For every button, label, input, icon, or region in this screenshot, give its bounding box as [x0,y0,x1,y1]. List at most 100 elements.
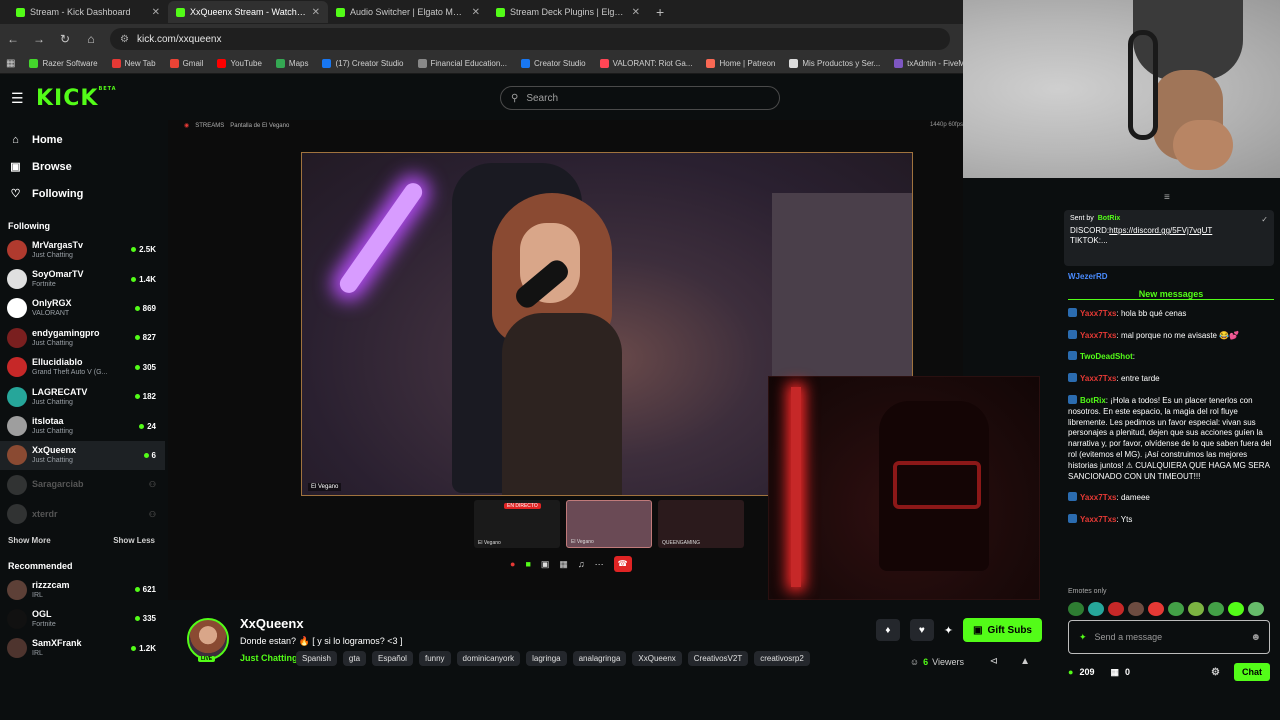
emote-icon[interactable] [1208,602,1224,616]
emote-icon[interactable] [1228,602,1244,616]
channel-item[interactable]: SoyOmarTV Fortnite 1.4K [0,264,165,293]
emote-icon[interactable] [1248,602,1264,616]
share-icon[interactable]: ⊲ [990,656,998,667]
notify-button[interactable]: ♦ [875,619,900,641]
chat-username[interactable]: Yaxx7Txs [1080,331,1116,340]
bookmark-item[interactable]: Financial Education... [417,59,507,68]
report-icon[interactable]: ▲ [1020,656,1030,667]
bookmark-item[interactable]: Creator Studio [521,59,586,68]
pin-icon[interactable]: ✓ [1261,215,1268,224]
tag-pill[interactable]: CreativosV2T [687,651,749,666]
emote-icon[interactable] [1188,602,1204,616]
tag-pill[interactable]: funny [418,651,451,666]
channel-item[interactable]: SamXFrank IRL 1.2K [0,634,165,663]
tag-pill[interactable]: gta [342,651,367,666]
more-icon[interactable]: ⋯ [595,559,604,570]
chat-username[interactable]: Yaxx7Txs [1080,374,1116,383]
tag-pill[interactable]: XxQueenx [632,651,682,666]
scene-thumbnail[interactable]: QUEENGAMING [658,500,744,548]
emote-icon[interactable] [1108,602,1124,616]
site-info-icon[interactable]: ⚙ [120,34,129,45]
collapse-icon[interactable]: ≡ [1164,192,1170,203]
tag-pill[interactable]: creativosrp2 [754,651,810,666]
tag-pill[interactable]: Español [372,651,413,666]
bookmark-item[interactable]: Home | Patreon [706,59,775,68]
forward-icon[interactable]: → [32,32,46,46]
chat-username[interactable]: TwoDeadShot [1080,352,1133,361]
video-player[interactable]: ◉ STREAMS Pantalla de El Vegano 1440p 60… [168,120,1040,600]
kick-logo[interactable]: KICKBETA [36,86,117,111]
tag-pill[interactable]: analagringa [572,651,627,666]
emote-icon[interactable] [1128,602,1144,616]
home-icon[interactable]: ⌂ [84,32,98,46]
new-tab-button[interactable]: + [656,4,664,20]
channel-item[interactable]: itslotaa Just Chatting 24 [0,411,165,440]
chat-input[interactable]: ✦ Send a message ☻ [1068,620,1270,654]
scene-thumbnail[interactable]: El Vegano [566,500,652,548]
bookmark-item[interactable]: Maps [275,59,308,68]
bookmark-item[interactable]: New Tab [111,59,156,68]
chat-send-button[interactable]: Chat [1234,663,1270,681]
tag-pill[interactable]: dominicanyork [456,651,521,666]
emote-icon[interactable] [1168,602,1184,616]
bookmark-item[interactable]: Razer Software [29,59,98,68]
show-less-button[interactable]: Show Less [113,536,155,545]
apps-icon[interactable]: ▦ [6,58,15,69]
bookmark-item[interactable]: Mis Productos y Ser... [789,59,880,68]
browser-tab[interactable]: Stream Deck Plugins | Elgato M ✕ [488,1,648,23]
url-field[interactable]: ⚙ kick.com/xxqueenx [110,28,950,50]
bookmark-item[interactable]: VALORANT: Riot Ga... [599,59,692,68]
chat-username[interactable]: Yaxx7Txs [1080,493,1116,502]
browser-tab[interactable]: XxQueenx Stream - Watch Live ✕ [168,1,328,23]
browser-tab[interactable]: Audio Switcher | Elgato Marketplace ✕ [328,1,488,23]
close-icon[interactable]: ✕ [312,7,320,18]
close-icon[interactable]: ✕ [152,7,160,18]
channel-item[interactable]: rizzzcam IRL 621 [0,575,165,604]
discord-link[interactable]: https://discord.gg/5FVj7vqUT [1109,226,1212,235]
sidebar-item-home[interactable]: ⌂ Home [0,126,165,153]
emote-icon[interactable] [1088,602,1104,616]
gift-subs-button[interactable]: ▣ Gift Subs [963,618,1042,642]
sparkle-icon[interactable]: ✦ [1079,632,1087,643]
camera-icon[interactable]: ■ [525,559,530,569]
channel-item[interactable]: OnlyRGX VALORANT 869 [0,294,165,323]
close-icon[interactable]: ✕ [472,7,480,18]
chat-icon[interactable]: ▣ [541,559,550,570]
channel-item[interactable]: XxQueenx Just Chatting 6 [0,440,165,471]
grid-icon[interactable]: ▦ [559,559,568,570]
channel-item[interactable]: endygamingpro Just Chatting 827 [0,323,165,352]
chat-username[interactable]: BotRix [1080,396,1106,405]
tag-pill[interactable]: lagringa [526,651,567,666]
chat-username[interactable]: WJezerRD [1068,272,1108,281]
gear-icon[interactable]: ⚙ [1211,667,1220,678]
streamer-avatar[interactable] [187,618,229,660]
emoji-icon[interactable]: ☻ [1250,632,1261,643]
close-icon[interactable]: ✕ [632,7,640,18]
search-input[interactable]: ⚲ Search [500,86,780,110]
channel-item[interactable]: MrVargasTv Just Chatting 2.5K [0,235,165,264]
sound-icon[interactable]: ♫ [578,559,585,569]
bookmark-item[interactable]: YouTube [217,59,262,68]
show-more-button[interactable]: Show More [8,536,51,545]
tag-pill[interactable]: Spanish [296,651,337,666]
follow-button[interactable]: ♥ [909,619,934,641]
streamer-username[interactable]: XxQueenx [240,616,304,631]
bookmark-item[interactable]: Gmail [169,59,203,68]
boost-icon[interactable]: ✦ [944,624,953,637]
channel-item[interactable]: Saragarciab ⚇ [0,470,165,499]
sidebar-item-browse[interactable]: ▣ Browse [0,153,165,180]
sidebar-item-following[interactable]: ♡ Following [0,180,165,207]
emote-icon[interactable] [1148,602,1164,616]
chat-username[interactable]: Yaxx7Txs [1080,309,1116,318]
channel-item[interactable]: xterdr ⚇ [0,500,165,529]
end-call-icon[interactable]: ☎ [613,556,632,572]
back-icon[interactable]: ← [6,32,20,46]
channel-item[interactable]: LAGRECATV Just Chatting 182 [0,382,165,411]
mic-icon[interactable]: ● [510,559,515,569]
emote-icon[interactable] [1068,602,1084,616]
scene-thumbnail[interactable]: EN DIRECTO El Vegano [474,500,560,548]
channel-item[interactable]: Ellucidiablo Grand Theft Auto V (G... 305 [0,353,165,382]
stream-category[interactable]: Just Chatting [240,653,298,663]
menu-icon[interactable]: ☰ [11,90,24,107]
browser-tab[interactable]: Stream - Kick Dashboard ✕ [8,1,168,23]
